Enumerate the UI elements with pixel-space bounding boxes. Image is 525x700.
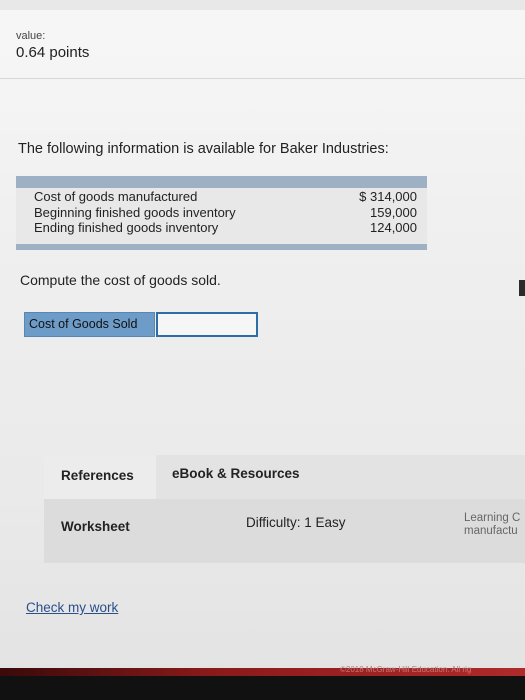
answer-row: Cost of Goods Sold [24, 312, 258, 337]
info-row-label: Ending finished goods inventory [34, 220, 219, 235]
info-row-value: 124,000 [370, 220, 417, 235]
references-body: Worksheet Difficulty: 1 Easy Learning C … [44, 499, 525, 563]
tab-references-label: References [61, 468, 134, 483]
top-edge [0, 0, 525, 10]
worksheet-button[interactable]: Worksheet [61, 519, 130, 534]
info-table-top-bar [16, 176, 427, 188]
cost-of-goods-sold-input[interactable] [156, 312, 258, 337]
tab-references[interactable]: References [44, 455, 156, 499]
scroll-edge-marker [519, 280, 525, 296]
check-my-work-link[interactable]: Check my work [26, 600, 118, 615]
info-row-label: Beginning finished goods inventory [34, 204, 236, 220]
info-row-label: Cost of goods manufactured [34, 189, 198, 204]
info-table-values: $ 314,000 159,000 124,000 [359, 189, 417, 236]
difficulty-label: Difficulty: 1 Easy [246, 515, 346, 530]
info-row-value: 159,000 [370, 204, 417, 220]
learning-objective-line: Learning C [464, 512, 521, 524]
assignment-page: value: 0.64 points The following informa… [0, 0, 525, 700]
points-value: 0.64 points [16, 44, 90, 61]
info-table-bottom-bar [16, 244, 427, 250]
learning-objective-label: Learning C manufactu [464, 512, 520, 538]
info-table-labels: Cost of goods manufactured Beginning fin… [34, 189, 236, 236]
tab-ebook-resources[interactable]: eBook & Resources [172, 466, 300, 481]
info-row-value: $ 314,000 [359, 189, 417, 204]
prompt-text: Compute the cost of goods sold. [20, 272, 221, 288]
references-panel: References eBook & Resources Worksheet D… [44, 455, 525, 563]
screen-bezel [0, 676, 525, 700]
header-divider [0, 78, 525, 79]
learning-objective-line: manufactu [464, 525, 518, 537]
footer-copyright: ©2018 McGraw-Hill Education. All rig [340, 665, 472, 674]
info-table: Cost of goods manufactured Beginning fin… [16, 176, 427, 250]
value-label: value: [16, 30, 46, 42]
cost-of-goods-sold-label: Cost of Goods Sold [24, 312, 155, 337]
question-text: The following information is available f… [18, 141, 389, 157]
